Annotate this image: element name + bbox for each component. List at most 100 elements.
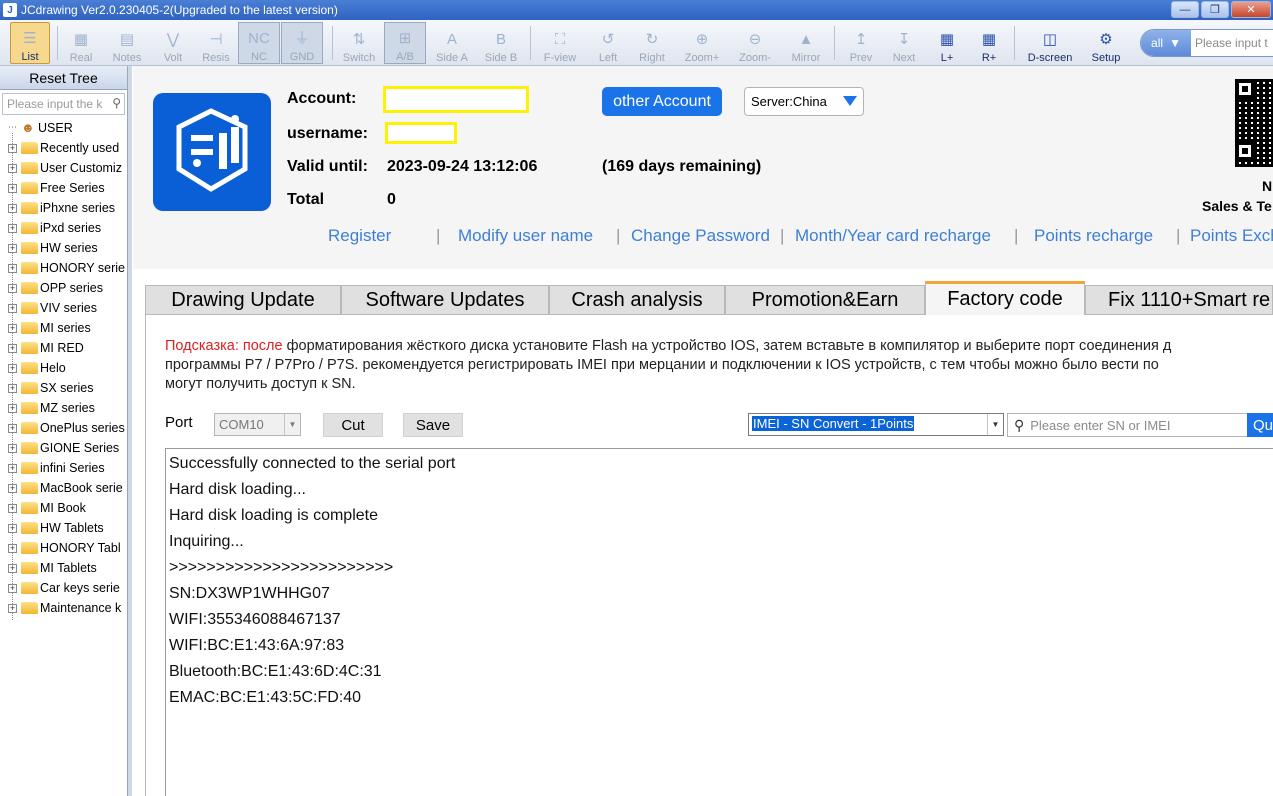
tree-item[interactable]: + iPhxne series	[0, 198, 127, 218]
close-button[interactable]: ✕	[1231, 1, 1271, 18]
tree-item[interactable]: + VIV series	[0, 298, 127, 318]
tree-item[interactable]: + Car keys serie	[0, 578, 127, 598]
toolbar-notes-button[interactable]: ▤ Notes	[108, 22, 146, 64]
tab-fix-1110-smart[interactable]: Fix 1110+Smart re	[1085, 285, 1273, 315]
month-year-card-recharge-link[interactable]: Month/Year card recharge	[795, 226, 991, 246]
search-scope-dropdown[interactable]: all ▼	[1141, 30, 1191, 56]
toolbar-search-input[interactable]: Please input t	[1191, 30, 1273, 56]
toolbar-mirror-button[interactable]: ▲ Mirror	[786, 22, 826, 64]
toolbar-volt-button[interactable]: ⋁ Volt	[156, 22, 190, 64]
tree-item[interactable]: + infini Series	[0, 458, 127, 478]
server-select[interactable]: Server:China	[744, 87, 864, 116]
expand-icon[interactable]: +	[8, 183, 17, 193]
tree-item[interactable]: + User Customiz	[0, 158, 127, 178]
tree-item[interactable]: + Helo	[0, 358, 127, 378]
change-password-link[interactable]: Change Password	[631, 226, 770, 246]
tab-software-updates[interactable]: Software Updates	[341, 285, 549, 315]
tree-item[interactable]: + MI Tablets	[0, 558, 127, 578]
toolbar-zoom-in-button[interactable]: ⊕ Zoom+	[680, 22, 724, 64]
tree-item[interactable]: + GIONE Series	[0, 438, 127, 458]
toolbar-switch-button[interactable]: ⇅ Switch	[339, 22, 379, 64]
expand-icon[interactable]: +	[8, 583, 17, 593]
register-link[interactable]: Register	[328, 226, 391, 246]
expand-icon[interactable]: +	[8, 303, 17, 313]
expand-icon[interactable]: +	[8, 563, 17, 573]
toolbar-side-b-button[interactable]: B Side B	[480, 22, 522, 64]
tree-item[interactable]: + Free Series	[0, 178, 127, 198]
expand-icon[interactable]: +	[8, 523, 17, 533]
tree-search-input[interactable]: Please input the k ⚲	[2, 93, 125, 115]
points-exchange-link[interactable]: Points Exch	[1190, 226, 1273, 246]
tree-item[interactable]: + MacBook serie	[0, 478, 127, 498]
toolbar-setup-button[interactable]: ⚙ Setup	[1086, 22, 1126, 64]
expand-icon[interactable]: +	[8, 383, 17, 393]
expand-icon[interactable]: +	[8, 483, 17, 493]
tree-item[interactable]: + MI Book	[0, 498, 127, 518]
toolbar-gnd-button[interactable]: ⏚ GND	[281, 22, 323, 64]
toolbar-f-view-button[interactable]: ⛶ F-view	[538, 22, 582, 64]
save-button[interactable]: Save	[403, 413, 463, 437]
toolbar-left-button[interactable]: ↺ Left	[590, 22, 626, 64]
cut-button[interactable]: Cut	[323, 413, 383, 437]
toolbar-l-plus-button[interactable]: ▦ L+	[932, 22, 962, 64]
reset-tree-button[interactable]: Reset Tree	[0, 66, 127, 90]
tree-item-user[interactable]: ⋯ ☻ USER	[0, 118, 127, 138]
tab-promotion-earn[interactable]: Promotion&Earn	[725, 285, 925, 315]
toolbar-side-a-button[interactable]: A Side A	[432, 22, 472, 64]
tree-item[interactable]: + SX series	[0, 378, 127, 398]
expand-icon[interactable]: +	[8, 283, 17, 293]
tree-item[interactable]: + OnePlus series	[0, 418, 127, 438]
expand-icon[interactable]: +	[8, 323, 17, 333]
expand-icon[interactable]: +	[8, 463, 17, 473]
toolbar-real-button[interactable]: ▦ Real	[64, 22, 98, 64]
expand-icon[interactable]: +	[8, 543, 17, 553]
panel-splitter[interactable]	[128, 66, 132, 796]
tree-item[interactable]: + iPxd series	[0, 218, 127, 238]
expand-icon[interactable]: +	[8, 363, 17, 373]
tree-item[interactable]: + OPP series	[0, 278, 127, 298]
toolbar-prev-button[interactable]: ↥ Prev	[844, 22, 878, 64]
toolbar-nc-button[interactable]: NC NC	[238, 22, 280, 64]
tree-item[interactable]: + MI RED	[0, 338, 127, 358]
restore-button[interactable]: ❐	[1201, 1, 1229, 18]
port-select[interactable]: COM10 ▼	[214, 413, 301, 436]
toolbar-d-screen-button[interactable]: ◫ D-screen	[1022, 22, 1078, 64]
toolbar-zoom-out-button[interactable]: ⊖ Zoom-	[734, 22, 776, 64]
expand-icon[interactable]: +	[8, 423, 17, 433]
points-recharge-link[interactable]: Points recharge	[1034, 226, 1153, 246]
tab-drawing-update[interactable]: Drawing Update	[145, 285, 341, 315]
expand-icon[interactable]: +	[8, 203, 17, 213]
toolbar-r-plus-button[interactable]: ▦ R+	[974, 22, 1004, 64]
tree-item[interactable]: + HW Tablets	[0, 518, 127, 538]
query-button[interactable]: Qu	[1247, 413, 1273, 437]
expand-icon[interactable]: +	[8, 343, 17, 353]
toolbar-right-button[interactable]: ↻ Right	[634, 22, 670, 64]
tree-item[interactable]: + HONORY serie	[0, 258, 127, 278]
tree-item[interactable]: + HW series	[0, 238, 127, 258]
minimize-button[interactable]: —	[1171, 1, 1199, 18]
expand-icon[interactable]: +	[8, 443, 17, 453]
expand-icon[interactable]: +	[8, 143, 17, 153]
sn-imei-search[interactable]: ⚲ Please enter SN or IMEI	[1007, 413, 1248, 437]
expand-icon[interactable]: +	[8, 603, 17, 613]
tree-item[interactable]: + MZ series	[0, 398, 127, 418]
expand-icon[interactable]: +	[8, 223, 17, 233]
expand-icon[interactable]: +	[8, 503, 17, 513]
tree-item[interactable]: + Maintenance k	[0, 598, 127, 618]
modify-user-name-link[interactable]: Modify user name	[458, 226, 593, 246]
tree-item[interactable]: + Recently used	[0, 138, 127, 158]
serial-log-output[interactable]: Successfully connected to the serial por…	[165, 448, 1273, 796]
tree-item[interactable]: + HONORY Tabl	[0, 538, 127, 558]
expand-icon[interactable]: +	[8, 403, 17, 413]
expand-icon[interactable]: +	[8, 243, 17, 253]
toolbar-next-button[interactable]: ↧ Next	[886, 22, 922, 64]
tab-crash-analysis[interactable]: Crash analysis	[549, 285, 725, 315]
expand-icon[interactable]: +	[8, 163, 17, 173]
other-account-button[interactable]: other Account	[602, 87, 722, 116]
toolbar-ab-button[interactable]: ⊞ A/B	[384, 22, 426, 64]
toolbar-resis-button[interactable]: ⊣ Resis	[198, 22, 234, 64]
tab-factory-code[interactable]: Factory code	[925, 281, 1085, 315]
expand-icon[interactable]: +	[8, 263, 17, 273]
convert-mode-select[interactable]: IMEI - SN Convert - 1Points ▼	[748, 413, 1004, 436]
toolbar-list-button[interactable]: ☰ List	[10, 22, 50, 64]
